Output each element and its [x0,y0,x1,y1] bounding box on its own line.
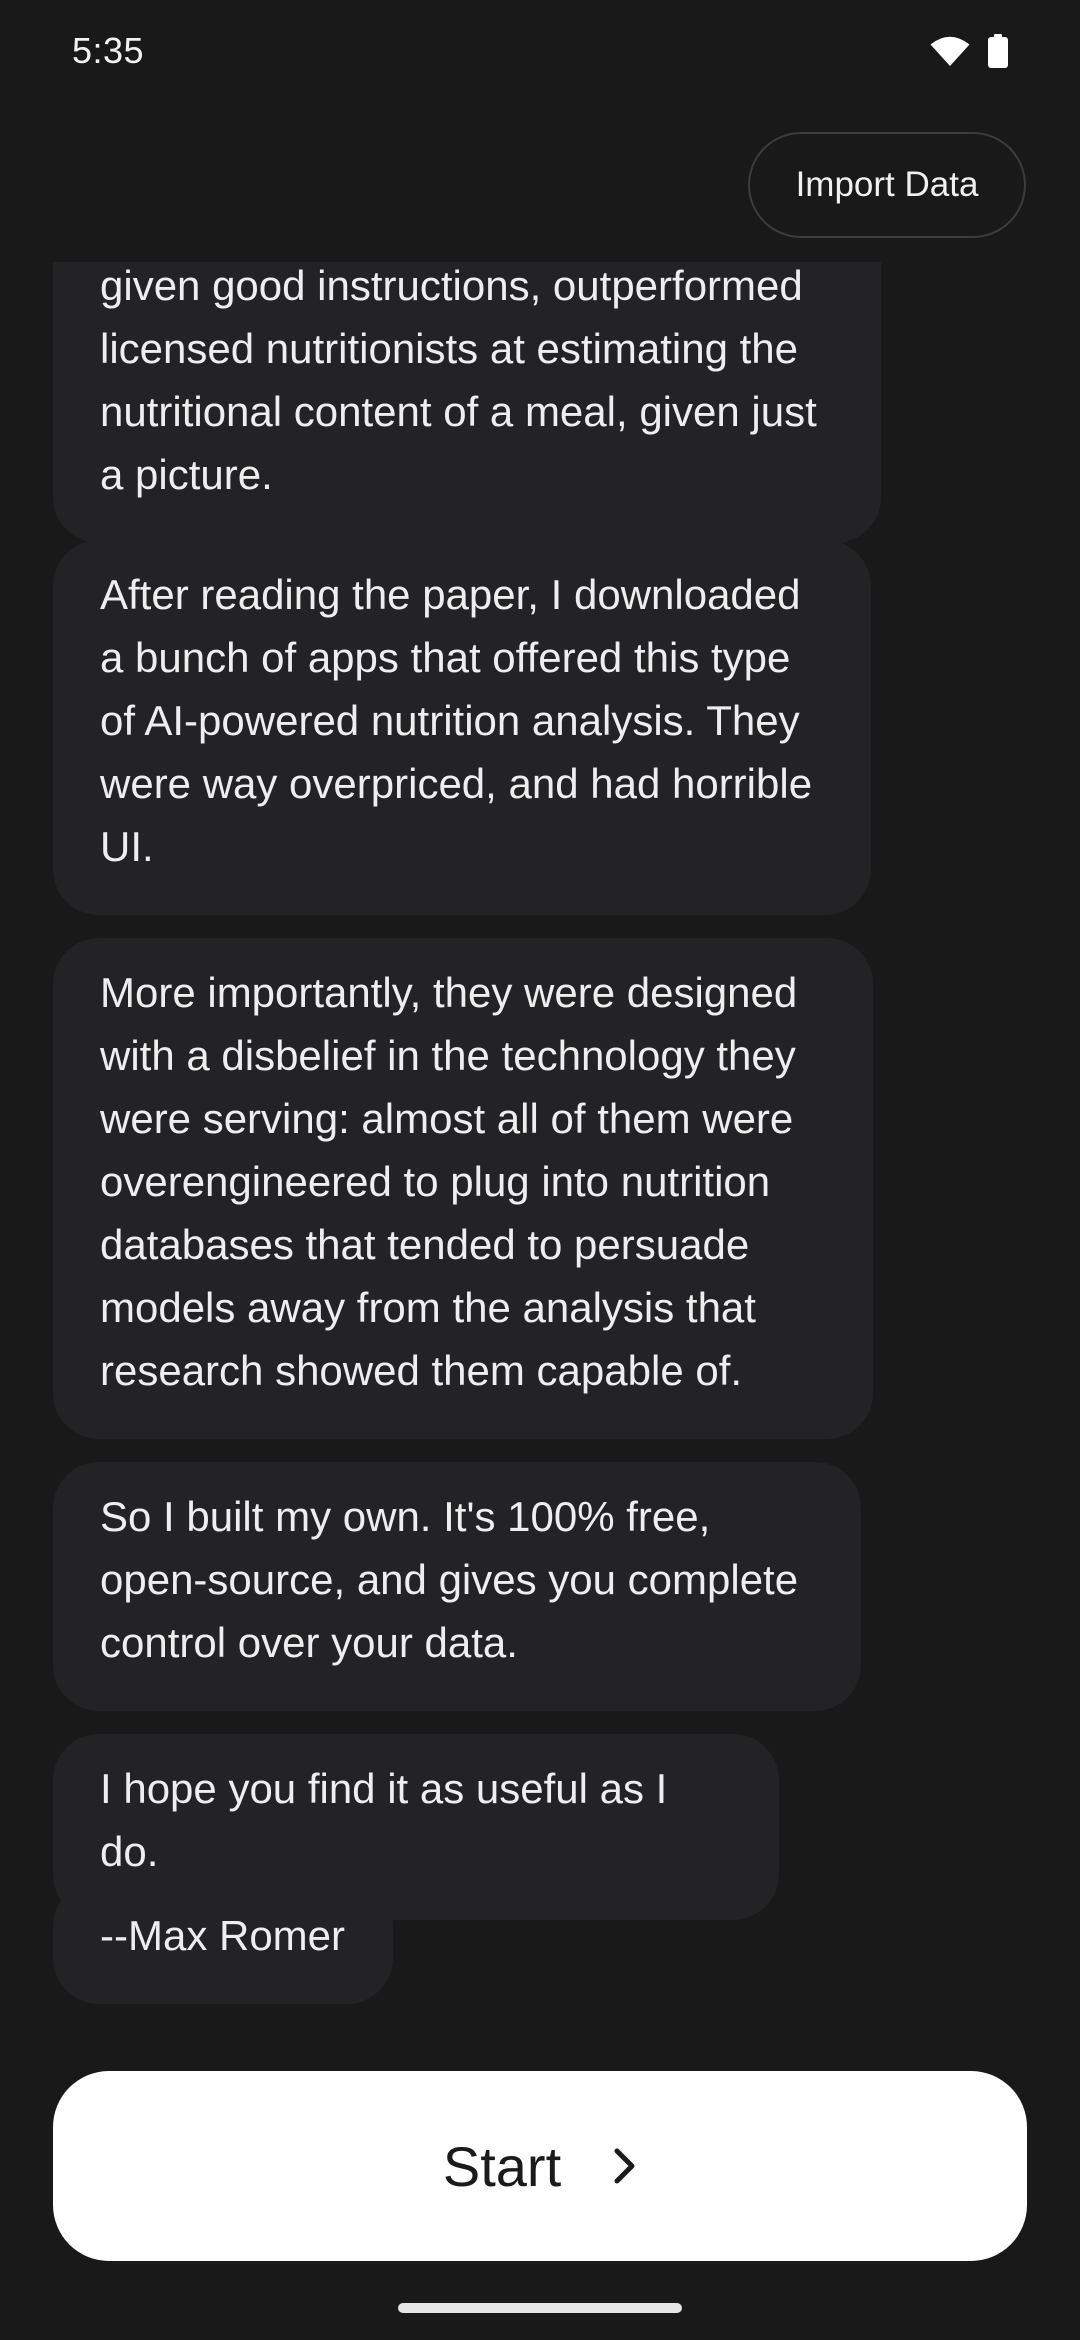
import-data-button[interactable]: Import Data [748,132,1026,238]
message-text: given good instructions, outperformed li… [100,262,817,498]
message-text: I hope you find it as useful as I do. [100,1765,668,1875]
message-bubble: So I built my own. It's 100% free, open-… [53,1462,861,1711]
start-label: Start [442,2134,562,2198]
status-bar: 5:35 [0,0,1080,108]
signature-text: --Max Romer [100,1912,346,1959]
message-text: So I built my own. It's 100% free, open-… [100,1493,799,1666]
message-bubble: given good instructions, outperformed li… [53,262,881,543]
signature-bubble: --Max Romer [53,1881,393,2004]
message-bubble: More importantly, they were designed wit… [53,938,873,1439]
message-list[interactable]: given good instructions, outperformed li… [0,262,1080,2022]
status-time: 5:35 [72,30,145,71]
battery-icon [988,34,1008,68]
status-icons [930,34,1008,68]
message-bubble: After reading the paper, I downloaded a … [53,540,871,915]
message-text: After reading the paper, I downloaded a … [100,571,813,870]
chevron-right-icon [613,2147,637,2185]
start-button[interactable]: Start [53,2071,1027,2261]
message-text: More importantly, they were designed wit… [100,969,798,1394]
wifi-icon [930,35,970,67]
home-indicator[interactable] [398,2303,682,2313]
